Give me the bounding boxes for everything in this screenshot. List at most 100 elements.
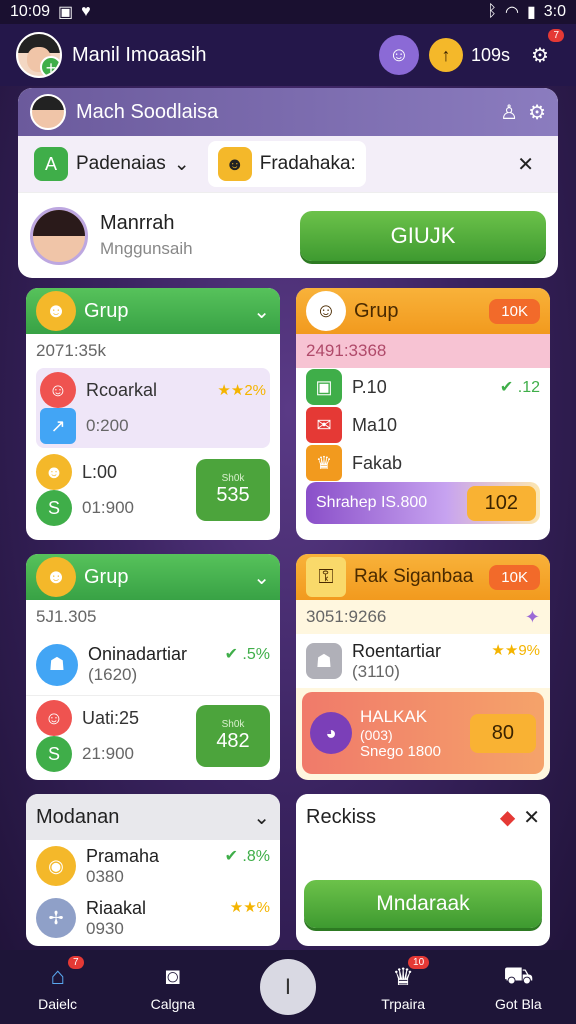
nav-center[interactable]: I	[248, 959, 328, 1015]
tab-bar: A Padenaias ⌄ ☻ Fradahaka: ✕	[18, 136, 558, 192]
character-icon: ☺	[36, 700, 72, 736]
card-subtitle: 5J1.305	[36, 607, 97, 626]
chevron-down-icon: ⌄	[253, 300, 270, 323]
username: Manil Imoaasih	[72, 43, 207, 66]
tab-padenaias[interactable]: A Padenaias ⌄	[24, 141, 200, 187]
item-label: Uati:25	[82, 707, 140, 728]
bottom-nav: ⌂ 7 Daielc ◙ Calgna I ♛ 10 Trpaira ⛟ Got…	[0, 950, 576, 1024]
promo-value-button[interactable]: 102	[466, 485, 536, 521]
value-box-value: 535	[216, 484, 250, 506]
gear-icon[interactable]: ⚙	[528, 100, 546, 125]
nav-label: Daielc	[38, 996, 78, 1012]
character-icon: ☻	[36, 291, 76, 331]
wifi-icon: ◠	[504, 4, 519, 21]
status-bar: 10:09 ▣ ♥ ᛒ ◠ ▮ 3:0	[0, 0, 576, 24]
nav-home[interactable]: ⌂ 7 Daielc	[18, 956, 98, 1012]
list-item[interactable]: ◕ HALKAK (003) Snego 1800 80	[302, 692, 544, 774]
gift-icon: ✉	[306, 407, 342, 443]
character-icon: ☺	[306, 291, 346, 331]
top-bar: + Manil Imoaasih ☺ ↑ 109s ⚙ 7	[0, 24, 576, 86]
key-icon: ⚿	[306, 557, 346, 597]
user-icon[interactable]: ♙	[500, 100, 518, 125]
list-item[interactable]: ☻ L:00 S 01:900 Sh0k 535	[26, 448, 280, 532]
item-label: Riaakal	[86, 897, 147, 918]
rating-stars: ★★9%	[491, 641, 540, 659]
profile-icon[interactable]: ☺	[378, 35, 419, 75]
gear-icon: ⚙	[531, 44, 549, 67]
item-label: Roentartiar	[352, 640, 442, 661]
list-item[interactable]: ◉ Pramaha ✔ .8% 0380	[26, 840, 280, 892]
add-icon[interactable]: +	[40, 56, 60, 76]
item-label: Pramaha	[86, 845, 160, 866]
fan-icon: ✢	[36, 898, 76, 938]
list-item[interactable]: ♛ Fakab	[296, 444, 550, 482]
card-title: Reckiss	[306, 805, 377, 828]
list-item[interactable]: ✢ Riaakal ★★% 0930	[26, 892, 280, 944]
rating-stars: ★★2%	[217, 382, 266, 399]
profile-avatar[interactable]	[30, 206, 88, 265]
close-icon[interactable]: ✕	[523, 805, 540, 830]
card-header[interactable]: ☻ Grup ⌄	[26, 288, 280, 334]
card-header[interactable]: ☺ Grup 10K	[296, 288, 550, 334]
center-button[interactable]: I	[259, 959, 316, 1015]
item-label: P.10	[352, 376, 387, 397]
nav-label: Got Bla	[494, 996, 542, 1012]
card-pill: 10K	[489, 564, 540, 590]
close-icon[interactable]: ✕	[517, 152, 552, 177]
nav-shop[interactable]: ⛟ Got Bla	[478, 962, 558, 1012]
chevron-down-icon: ⌄	[253, 566, 270, 589]
value-box[interactable]: Sh0k 535	[196, 459, 270, 521]
nav-trpaira[interactable]: ♛ 10 Trpaira	[363, 956, 443, 1012]
promo-bar[interactable]: Shrahep IS.800 102	[306, 482, 540, 524]
coin-counter[interactable]: ↑ 109s	[428, 38, 510, 72]
action-button[interactable]: GIUJK	[300, 210, 546, 261]
card-subtitle: 2071:35k	[36, 341, 106, 360]
tab-fradahaka[interactable]: ☻ Fradahaka:	[207, 141, 366, 187]
status-time: 10:09	[10, 3, 51, 20]
list-item[interactable]: ☗ Oninadartiar ✔ .5% (1620)	[26, 634, 280, 696]
nav-badge: 7	[68, 956, 84, 969]
cart-icon: ⛟	[503, 962, 534, 989]
diamond-icon: ◆	[499, 806, 516, 829]
heart-icon: ♥	[81, 3, 91, 20]
list-item[interactable]: ☺ Rcoarkal ★★2% ↗ 0:200	[36, 368, 270, 448]
item-sub: (1620)	[88, 665, 138, 684]
item-label: Oninadartiar	[88, 644, 188, 664]
list-item[interactable]: ☺ Uati:25 S 21:900 Sh0k 482	[26, 696, 280, 776]
item-label: Ma10	[352, 414, 398, 435]
value-box[interactable]: Sh0k 482	[196, 705, 270, 767]
profile-row: Manrrah Mnggunsaih GIUJK	[18, 192, 558, 278]
nav-calgna[interactable]: ◙ Calgna	[133, 962, 213, 1012]
value-button[interactable]: 80	[469, 713, 536, 753]
card-header[interactable]: ⚿ Rak Siganbaa 10K	[296, 554, 550, 600]
avatar[interactable]: +	[16, 32, 62, 78]
item-label: Fakab	[352, 452, 403, 473]
panel-avatar	[30, 94, 66, 130]
nav-label: Trpaira	[381, 996, 426, 1012]
card-header[interactable]: ☻ Grup ⌄	[26, 554, 280, 600]
card-header[interactable]: Modanan ⌄	[26, 794, 280, 840]
check-value: ✔ .5%	[224, 646, 270, 663]
item-sub: 0930	[86, 918, 124, 938]
card-header: Reckiss ◆ ✕	[296, 794, 550, 840]
primary-button[interactable]: Mndaraak	[304, 880, 542, 928]
character-icon: ☻	[36, 557, 76, 597]
promo-label: Shrahep IS.800	[316, 494, 428, 511]
card-reckiss: Reckiss ◆ ✕ Mndaraak	[296, 794, 550, 946]
card-grup-right: ☺ Grup 10K 2491:3368 ▣ P.10 ✔ .12 ✉ Ma10…	[296, 288, 550, 540]
settings-button[interactable]: ⚙ 7	[520, 29, 564, 75]
value-box-label: Sh0k	[221, 473, 245, 484]
item-label: HALKAK	[360, 706, 428, 726]
panel-title: Mach Soodlaisa	[76, 100, 219, 123]
nav-badge: 10	[408, 956, 430, 969]
check-value: ✔ .12	[499, 379, 540, 396]
list-item[interactable]: ✉ Ma10	[296, 406, 550, 444]
card-title: Grup	[84, 299, 129, 322]
list-item[interactable]: ▣ P.10 ✔ .12	[296, 368, 550, 406]
item-sub: (3110)	[352, 661, 400, 681]
chat-icon: ▣	[306, 369, 342, 405]
chevron-down-icon: ⌄	[253, 806, 270, 829]
list-item[interactable]: ☗ Roentartiar ★★9% (3110)	[296, 634, 550, 688]
card-subtitle-row: 2491:3368	[296, 334, 550, 368]
bluetooth-icon: ᛒ	[487, 3, 497, 20]
